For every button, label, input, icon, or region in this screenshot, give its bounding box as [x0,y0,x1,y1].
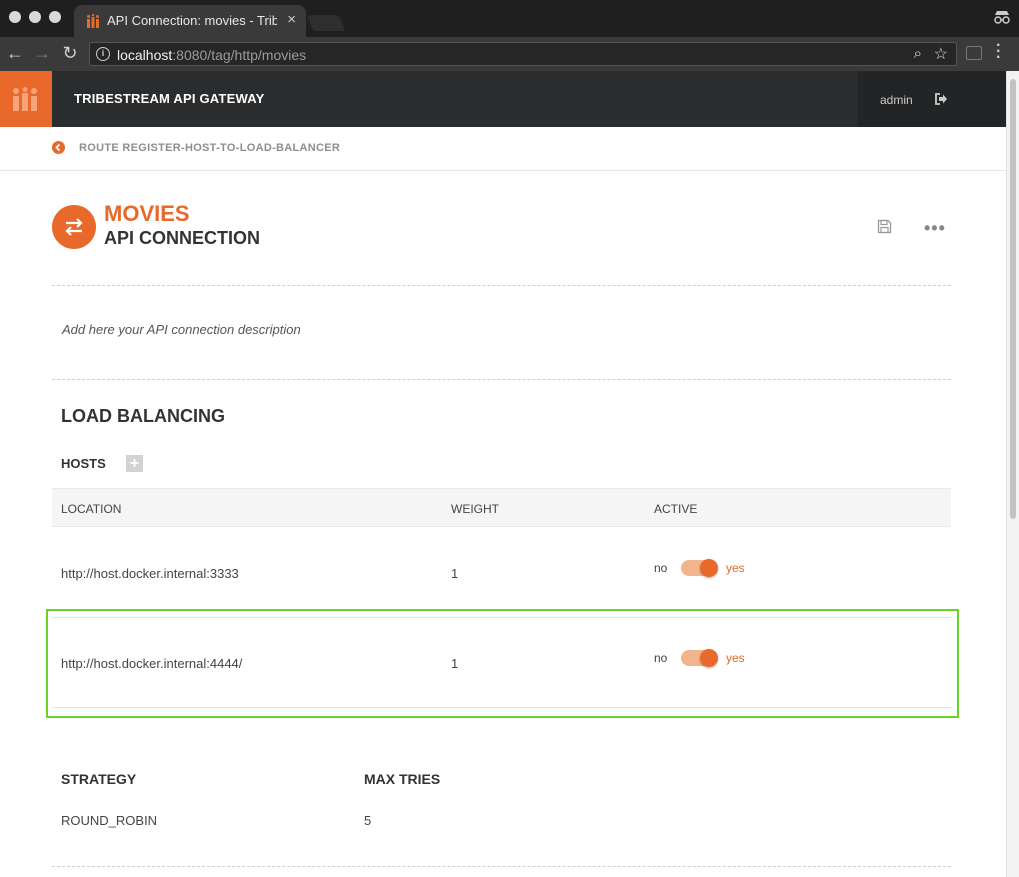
back-chevron-icon[interactable] [52,141,65,154]
page-subtitle: API CONNECTION [104,228,261,248]
divider [52,285,951,286]
tab-title: API Connection: movies - Tribe [107,13,277,28]
reload-icon[interactable]: ↻ [60,43,80,64]
address-bar[interactable]: i localhost:8080/tag/http/movies ⌕ ☆ [89,42,957,66]
logo-icon [13,87,37,111]
toggle-knob[interactable] [700,559,718,577]
scrollbar-thumb[interactable] [1010,79,1016,519]
max-tries-value[interactable]: 5 [364,813,371,828]
host-weight[interactable]: 1 [451,566,458,581]
new-tab-button[interactable] [306,15,346,31]
url-text: localhost:8080/tag/http/movies [117,47,307,63]
save-icon[interactable] [877,219,892,234]
browser-tab[interactable]: API Connection: movies - Tribe × [74,5,306,37]
host-location[interactable]: http://host.docker.internal:3333 [61,566,239,581]
divider [52,379,951,380]
column-header-active: ACTIVE [654,502,698,516]
description-field[interactable]: Add here your API connection description [62,322,301,337]
api-connection-exchange-icon [52,205,96,249]
app-header: TRIBESTREAM API GATEWAY admin [0,71,1006,127]
logout-icon[interactable] [934,92,948,106]
load-balancing-heading: LOAD BALANCING [61,406,225,426]
forward-arrow-icon[interactable]: → [32,43,52,64]
tab-close-icon[interactable]: × [287,11,296,28]
page-scrollbar[interactable] [1006,71,1019,877]
max-tries-label: MAX TRIES [364,771,441,787]
user-menu[interactable]: admin [858,71,1006,127]
minimize-window-button[interactable] [29,11,41,23]
user-name[interactable]: admin [880,93,913,107]
site-info-icon[interactable]: i [96,47,110,61]
hosts-heading: HOSTS [61,456,106,471]
breadcrumb-link[interactable]: ROUTE REGISTER-HOST-TO-LOAD-BALANCER [79,142,340,154]
app-title: TRIBESTREAM API GATEWAY [74,91,265,106]
browser-menu-icon[interactable]: · · · [996,38,1001,66]
toggle-no-label: no [654,561,668,575]
close-window-button[interactable] [9,11,21,23]
tribestream-logo[interactable] [0,71,52,127]
add-host-button[interactable]: + [126,455,143,472]
tribestream-favicon-icon [87,14,99,28]
highlighted-row-outline [46,609,959,718]
divider [52,866,951,867]
back-arrow-icon[interactable]: ← [5,43,25,64]
maximize-window-button[interactable] [49,11,61,23]
toggle-yes-label: yes [726,561,745,575]
strategy-value[interactable]: ROUND_ROBIN [61,813,157,828]
strategy-label: STRATEGY [61,771,137,787]
cast-icon[interactable] [966,46,982,60]
host-active-toggle[interactable] [681,559,718,577]
zoom-icon[interactable]: ⌕ [914,45,922,62]
browser-tab-bar: API Connection: movies - Tribe × [0,0,1019,37]
hosts-table-header: LOCATION WEIGHT ACTIVE [52,488,951,527]
more-options-icon[interactable]: ••• [924,218,946,239]
page-title[interactable]: MOVIES [104,201,190,227]
incognito-icon [994,11,1010,24]
bookmark-star-icon[interactable]: ☆ [934,44,948,64]
column-header-weight: WEIGHT [451,502,499,516]
browser-toolbar: ← → ↻ i localhost:8080/tag/http/movies ⌕… [0,37,1019,71]
column-header-location: LOCATION [61,502,122,516]
breadcrumb: ROUTE REGISTER-HOST-TO-LOAD-BALANCER [0,127,1006,171]
